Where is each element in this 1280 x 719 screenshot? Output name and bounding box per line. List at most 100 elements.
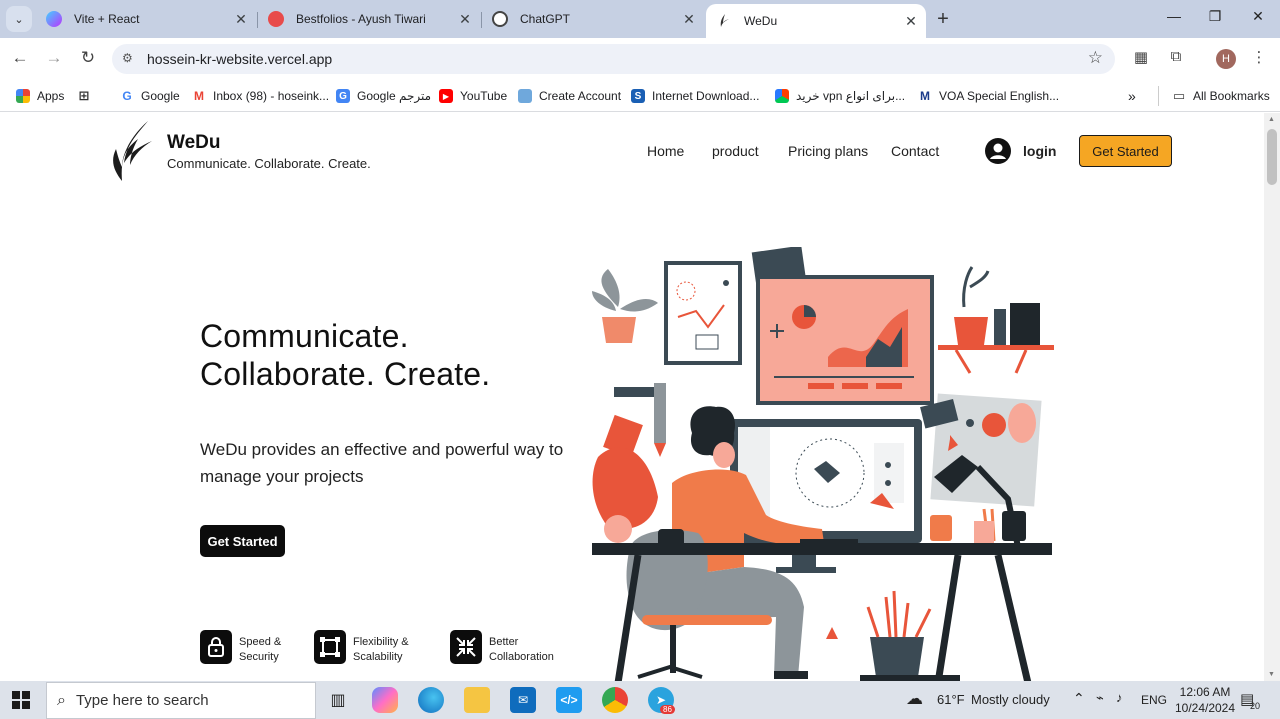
tray-chevron-up-icon[interactable]: ⌃ (1073, 690, 1085, 707)
volume-icon[interactable]: ♪ (1116, 690, 1123, 705)
task-view-icon[interactable]: ▥ (325, 687, 351, 713)
edge-icon[interactable] (418, 687, 444, 713)
notification-count: 20 (1250, 701, 1261, 711)
tab-wedu[interactable]: WeDu ✕ (706, 4, 926, 38)
wedu-logo-icon (113, 121, 152, 181)
chevron-down-icon: ⌄ (14, 13, 24, 26)
weather-temp[interactable]: 61°F (937, 692, 965, 707)
taskbar-clock[interactable]: 12:06 AM 10/24/2024 (1170, 684, 1240, 716)
chatgpt-icon (492, 11, 508, 27)
windows-start-icon[interactable] (12, 691, 30, 709)
grid-icon: ⊞ (77, 88, 91, 103)
hero-get-started-button[interactable]: Get Started (200, 525, 285, 557)
scroll-down-arrow-icon[interactable]: ▼ (1268, 671, 1275, 678)
bookmark-google[interactable]: G Google (120, 86, 180, 106)
user-account-icon[interactable] (984, 137, 1012, 165)
feature-speed-security: Speed & Security (200, 630, 311, 665)
translate-icon: G (336, 89, 350, 103)
search-icon: ⌕ (57, 691, 66, 709)
menu-kebab-icon[interactable]: ⋮ (1248, 48, 1270, 66)
chrome-icon[interactable] (602, 687, 628, 713)
restore-button[interactable]: ❐ (1192, 8, 1238, 25)
login-link[interactable]: login (1023, 143, 1056, 159)
close-icon[interactable]: ✕ (680, 11, 698, 28)
voa-icon: M (918, 89, 932, 103)
qr-code-icon[interactable]: ▦ (1130, 48, 1152, 66)
scrollbar-thumb[interactable] (1267, 129, 1277, 185)
bookmark-vpn[interactable]: خرید vpn برای انواع... (775, 86, 905, 106)
tab-chatgpt[interactable]: ChatGPT ✕ (482, 4, 704, 34)
collaboration-arrows-icon (450, 630, 482, 664)
hero-description: WeDu provides an effective and powerful … (200, 440, 564, 486)
header-get-started-button[interactable]: Get Started (1079, 135, 1172, 167)
back-button[interactable]: ← (9, 48, 31, 68)
vite-icon (46, 11, 62, 27)
telegram-badge: 86 (660, 705, 675, 714)
wall-shelf (938, 266, 1054, 374)
brand-name[interactable]: WeDu (167, 132, 220, 154)
bookmark-create-account[interactable]: Create Account (518, 86, 621, 106)
weather-text[interactable]: Mostly cloudy (971, 692, 1050, 707)
bookmarks-bar: Apps ⊞ G Google M Inbox (98) - hoseink..… (0, 80, 1280, 112)
bookmark-gmail[interactable]: M Inbox (98) - hoseink... (192, 86, 329, 106)
idm-icon: S (631, 89, 645, 103)
close-window-button[interactable]: ✕ (1235, 8, 1280, 25)
tab-search-button[interactable]: ⌄ (6, 6, 32, 32)
close-icon[interactable]: ✕ (456, 11, 474, 28)
nav-contact[interactable]: Contact (891, 143, 939, 159)
vscode-icon[interactable]: </> (556, 687, 582, 713)
brand-tagline: Communicate. Collaborate. Create. (167, 156, 371, 171)
forward-button[interactable]: → (43, 48, 65, 68)
potted-plant-left (592, 269, 658, 343)
extensions-icon[interactable]: ⧉ (1165, 48, 1187, 65)
network-icon[interactable]: ⌁ (1096, 690, 1104, 706)
new-tab-button[interactable]: + (932, 8, 954, 31)
browser-toolbar: ← → ↻ ⚙ hossein-kr-website.vercel.app ☆ … (0, 38, 1280, 80)
bookmark-grid[interactable]: ⊞ (77, 86, 98, 106)
language-indicator[interactable]: ENG (1141, 693, 1167, 707)
url-text[interactable]: hossein-kr-website.vercel.app (147, 51, 332, 67)
reload-button[interactable]: ↻ (77, 48, 99, 68)
wall-chart-board (751, 247, 934, 405)
nav-pricing-plans[interactable]: Pricing plans (788, 143, 868, 159)
folder-icon: ▭ (1172, 88, 1186, 103)
nav-home[interactable]: Home (647, 143, 684, 159)
nav-product[interactable]: product (712, 143, 759, 159)
create-account-icon (518, 89, 532, 103)
wedu-icon (716, 13, 732, 29)
google-icon: G (120, 89, 134, 103)
bookmark-idm[interactable]: S Internet Download... (631, 86, 759, 106)
bookmarks-overflow-chevron[interactable]: » (1128, 86, 1136, 106)
minimize-button[interactable]: — (1151, 8, 1197, 24)
site-settings-icon[interactable]: ⚙ (122, 51, 133, 65)
taskbar-search-box[interactable]: ⌕ Type here to search (46, 682, 316, 719)
bookmark-translate[interactable]: G Google مترجم (336, 86, 431, 106)
lock-icon (200, 630, 232, 664)
youtube-icon: ▶ (439, 89, 453, 103)
bestfolios-icon (268, 11, 284, 27)
scroll-up-arrow-icon[interactable]: ▲ (1268, 116, 1275, 123)
hero-illustration (592, 247, 1054, 681)
bookmark-apps[interactable]: Apps (16, 86, 64, 106)
weather-icon[interactable]: ☁ (906, 689, 923, 709)
bookmark-star-icon[interactable]: ☆ (1088, 48, 1103, 68)
tab-bestfolios[interactable]: Bestfolios - Ayush Tiwari ✕ (258, 4, 480, 34)
bookmark-youtube[interactable]: ▶ YouTube (439, 86, 507, 106)
address-bar[interactable]: ⚙ hossein-kr-website.vercel.app ☆ (112, 44, 1115, 74)
close-icon[interactable]: ✕ (232, 11, 250, 28)
mail-icon[interactable]: ✉ (510, 687, 536, 713)
tab-vite-react[interactable]: Vite + React ✕ (36, 4, 256, 34)
wall-frame-chart (664, 261, 742, 365)
gmail-icon: M (192, 89, 206, 103)
copilot-icon[interactable] (372, 687, 398, 713)
scale-frame-icon (314, 630, 346, 664)
profile-avatar[interactable]: H (1216, 49, 1236, 69)
page-scrollbar[interactable]: ▲ ▼ (1264, 113, 1280, 681)
browser-tab-strip: ⌄ Vite + React ✕ Bestfolios - Ayush Tiwa… (0, 0, 1280, 38)
bookmark-voa[interactable]: M VOA Special English... (918, 86, 1059, 106)
all-bookmarks[interactable]: ▭ All Bookmarks (1172, 86, 1270, 106)
close-icon[interactable]: ✕ (902, 13, 920, 30)
vpn-icon (775, 89, 789, 103)
feature-better-collaboration: Better Collaboration (450, 630, 561, 665)
file-explorer-icon[interactable] (464, 687, 490, 713)
